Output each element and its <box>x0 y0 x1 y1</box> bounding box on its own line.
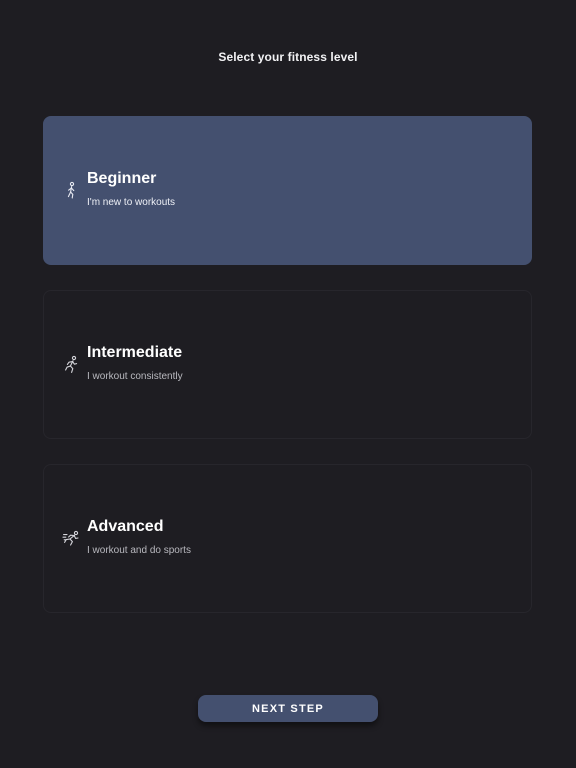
level-option-advanced[interactable]: Advanced I workout and do sports <box>43 464 532 613</box>
level-option-beginner[interactable]: Beginner I'm new to workouts <box>43 116 532 265</box>
level-option-intermediate[interactable]: Intermediate I workout consistently <box>43 290 532 439</box>
page-title: Select your fitness level <box>218 50 358 64</box>
level-title: Intermediate <box>87 344 183 361</box>
next-step-button[interactable]: NEXT STEP <box>198 695 378 722</box>
level-subtitle: I'm new to workouts <box>87 197 176 208</box>
level-title: Advanced <box>87 518 164 535</box>
walking-person-icon <box>62 181 80 201</box>
level-subtitle: I workout consistently <box>87 371 183 382</box>
level-title: Beginner <box>87 170 157 187</box>
sprinting-person-icon <box>62 529 80 549</box>
running-person-icon <box>62 355 80 375</box>
level-subtitle: I workout and do sports <box>87 545 191 556</box>
